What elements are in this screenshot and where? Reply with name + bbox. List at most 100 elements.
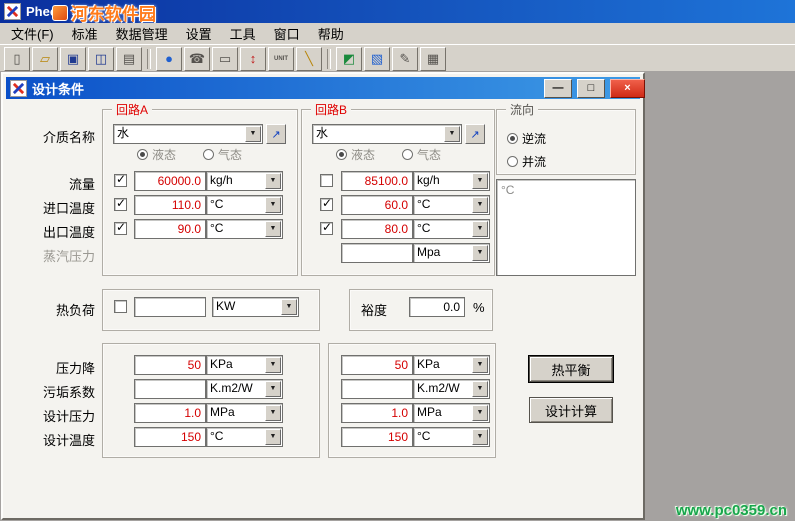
chevron-down-icon[interactable] xyxy=(472,405,488,421)
pressure-drop-b-unit-combobox[interactable]: KPa xyxy=(413,355,490,375)
heat-load-checkbox[interactable] xyxy=(114,300,127,313)
medium-a-combobox[interactable]: 水 xyxy=(113,124,263,144)
heat-load-unit-combobox[interactable]: KW xyxy=(212,297,299,317)
chevron-down-icon[interactable] xyxy=(444,126,460,142)
dialog-titlebar[interactable]: 设计条件 — □ × xyxy=(6,77,640,99)
steam-pressure-b-unit-combobox[interactable]: Mpa xyxy=(413,243,490,263)
water-drop-icon[interactable]: ● xyxy=(156,47,182,71)
inlet-a-checkbox[interactable] xyxy=(114,198,127,211)
medium-a-select-button[interactable]: ↗ xyxy=(266,124,286,144)
margin-input[interactable] xyxy=(409,297,465,317)
inlet-b-input[interactable] xyxy=(341,195,413,215)
flow-b-unit-combobox[interactable]: kg/h xyxy=(413,171,490,191)
chevron-down-icon[interactable] xyxy=(472,357,488,373)
inlet-b-unit-combobox[interactable]: °C xyxy=(413,195,490,215)
chevron-down-icon[interactable] xyxy=(245,126,261,142)
inlet-a-input[interactable] xyxy=(134,195,206,215)
flow-a-checkbox[interactable] xyxy=(114,174,127,187)
card-icon[interactable]: ▭ xyxy=(212,47,238,71)
preview-icon[interactable]: ▤ xyxy=(116,47,142,71)
chevron-down-icon[interactable] xyxy=(265,173,281,189)
save-icon[interactable]: ▣ xyxy=(60,47,86,71)
medium-b-select-button[interactable]: ↗ xyxy=(465,124,485,144)
state-gas-b-label: 气态 xyxy=(417,146,441,163)
inlet-b-checkbox[interactable] xyxy=(320,198,333,211)
chevron-down-icon[interactable] xyxy=(472,221,488,237)
phone-icon[interactable]: ☎ xyxy=(184,47,210,71)
pressure-drop-b-input[interactable] xyxy=(341,355,413,375)
outlet-a-input[interactable] xyxy=(134,219,206,239)
chevron-down-icon[interactable] xyxy=(265,429,281,445)
save-all-icon[interactable]: ◫ xyxy=(88,47,114,71)
wrench-icon[interactable]: ╲ xyxy=(296,47,322,71)
fouling-b-input[interactable] xyxy=(341,379,413,399)
flow-b-input[interactable] xyxy=(341,171,413,191)
menu-item-file[interactable]: 文件(F) xyxy=(2,22,63,45)
inlet-a-unit-combobox[interactable]: °C xyxy=(206,195,283,215)
chevron-down-icon[interactable] xyxy=(265,221,281,237)
design-calc-button[interactable]: 设计计算 xyxy=(529,397,613,423)
design-temp-a-input[interactable] xyxy=(134,427,206,447)
menu-bar: 文件(F) 标准 数据管理 设置 工具 窗口 帮助 xyxy=(0,23,795,45)
design-pressure-a-unit-combobox[interactable]: MPa xyxy=(206,403,283,423)
steam-pressure-b-input[interactable] xyxy=(341,243,413,263)
flow-a-unit-combobox[interactable]: kg/h xyxy=(206,171,283,191)
printer-icon[interactable]: ▦ xyxy=(420,47,446,71)
flow-b-checkbox[interactable] xyxy=(320,174,333,187)
radio-icon xyxy=(203,149,214,160)
design-temp-b-unit-combobox[interactable]: °C xyxy=(413,427,490,447)
restore-button[interactable]: □ xyxy=(577,79,605,98)
design-pressure-a-input[interactable] xyxy=(134,403,206,423)
outlet-b-checkbox[interactable] xyxy=(320,222,333,235)
menu-item-standard[interactable]: 标准 xyxy=(63,22,107,45)
design-pressure-b-unit-combobox[interactable]: MPa xyxy=(413,403,490,423)
minimize-button[interactable]: — xyxy=(544,79,572,98)
menu-item-tools[interactable]: 工具 xyxy=(221,22,265,45)
unit-icon[interactable]: UNIT xyxy=(268,47,294,71)
fouling-b-unit-combobox[interactable]: K.m2/W xyxy=(413,379,490,399)
outlet-a-checkbox[interactable] xyxy=(114,222,127,235)
chevron-down-icon[interactable] xyxy=(265,405,281,421)
state-liquid-a-radio[interactable]: 液态 xyxy=(137,146,176,163)
pressure-drop-a-unit-combobox[interactable]: KPa xyxy=(206,355,283,375)
outlet-a-unit-combobox[interactable]: °C xyxy=(206,219,283,239)
menu-item-window[interactable]: 窗口 xyxy=(265,22,309,45)
design-temp-a-unit-combobox[interactable]: °C xyxy=(206,427,283,447)
heat-load-input[interactable] xyxy=(134,297,206,317)
chart-icon[interactable]: ▧ xyxy=(364,47,390,71)
pen-icon[interactable]: ✎ xyxy=(392,47,418,71)
outlet-b-unit-combobox[interactable]: °C xyxy=(413,219,490,239)
palette-icon[interactable]: ◩ xyxy=(336,47,362,71)
menu-item-data-management[interactable]: 数据管理 xyxy=(107,22,177,45)
chevron-down-icon[interactable] xyxy=(472,173,488,189)
state-gas-a-radio[interactable]: 气态 xyxy=(203,146,242,163)
heat-balance-button[interactable]: 热平衡 xyxy=(529,356,613,382)
chevron-down-icon[interactable] xyxy=(281,299,297,315)
close-button[interactable]: × xyxy=(610,79,645,98)
new-icon[interactable]: ▯ xyxy=(4,47,30,71)
chevron-down-icon[interactable] xyxy=(472,197,488,213)
flow-a-input[interactable] xyxy=(134,171,206,191)
chevron-down-icon[interactable] xyxy=(472,381,488,397)
menu-item-settings[interactable]: 设置 xyxy=(177,22,221,45)
pressure-drop-a-input[interactable] xyxy=(134,355,206,375)
design-pressure-b-input[interactable] xyxy=(341,403,413,423)
counter-flow-radio[interactable]: 逆流 xyxy=(507,130,546,147)
app-logo-icon xyxy=(4,3,21,20)
fouling-a-input[interactable] xyxy=(134,379,206,399)
chevron-down-icon[interactable] xyxy=(472,429,488,445)
medium-b-combobox[interactable]: 水 xyxy=(312,124,462,144)
design-temp-b-input[interactable] xyxy=(341,427,413,447)
chevron-down-icon[interactable] xyxy=(472,245,488,261)
balance-icon[interactable]: ↕ xyxy=(240,47,266,71)
state-liquid-b-radio[interactable]: 液态 xyxy=(336,146,375,163)
parallel-flow-radio[interactable]: 并流 xyxy=(507,153,546,170)
menu-item-help[interactable]: 帮助 xyxy=(309,22,353,45)
chevron-down-icon[interactable] xyxy=(265,197,281,213)
open-icon[interactable]: ▱ xyxy=(32,47,58,71)
fouling-a-unit-combobox[interactable]: K.m2/W xyxy=(206,379,283,399)
chevron-down-icon[interactable] xyxy=(265,381,281,397)
outlet-b-input[interactable] xyxy=(341,219,413,239)
state-gas-b-radio[interactable]: 气态 xyxy=(402,146,441,163)
chevron-down-icon[interactable] xyxy=(265,357,281,373)
